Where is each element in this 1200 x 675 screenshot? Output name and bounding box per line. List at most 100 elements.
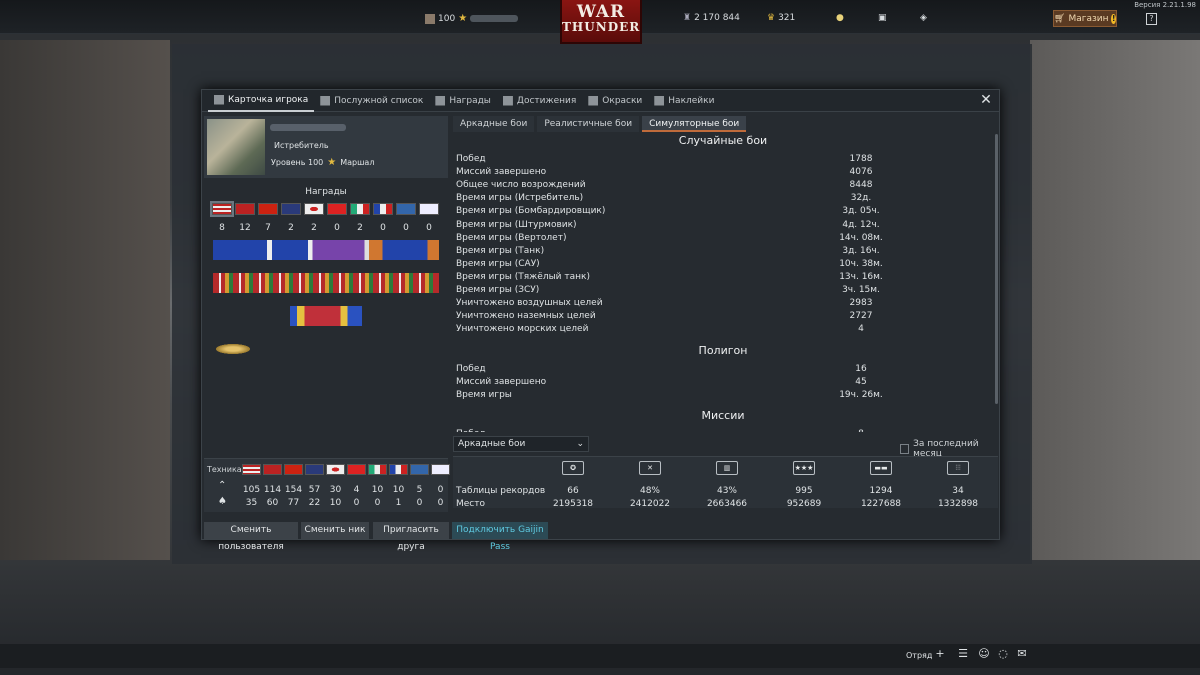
ribbon-row-2[interactable] <box>213 273 439 293</box>
tab-service-record[interactable]: Послужной список <box>314 90 429 112</box>
warning-icon: ! <box>1111 13 1116 24</box>
profile-card: Истребитель Уровень 100 ★ Маршал <box>204 116 448 178</box>
sweden-flag-icon[interactable] <box>396 203 416 215</box>
stat-value: 1788 <box>849 154 873 164</box>
help-button[interactable]: ? <box>1146 13 1157 25</box>
stat-row: Уничтожено морских целей 4 <box>456 324 896 337</box>
ussr-flag-icon[interactable] <box>258 203 278 215</box>
sweden-flag-icon <box>410 464 429 475</box>
stat-label: Побед <box>456 429 486 432</box>
stat-value: 16 <box>855 364 867 374</box>
stat-row: Время игры 19ч. 26м. <box>456 390 896 403</box>
player-level-display[interactable]: 100 ★ <box>425 13 519 24</box>
mode-dropdown[interactable]: Аркадные бои ⌄ <box>453 436 589 452</box>
game-mode-tabs: Аркадные бои Реалистичные бои Симуляторн… <box>453 116 747 132</box>
stat-value: 3ч. 15м. <box>842 285 880 295</box>
checkbox-box <box>900 444 910 454</box>
rank-star-icon: ★ <box>327 157 337 168</box>
stat-value: 4 <box>858 324 864 335</box>
stat-value: 8 <box>816 429 906 432</box>
uk-flag-icon[interactable] <box>281 203 301 215</box>
place-value: 1332898 <box>937 499 979 509</box>
hint-button[interactable]: ● <box>836 13 844 23</box>
stat-row: Время игры (САУ) 10ч. 38м. <box>456 259 896 272</box>
place-value: 952689 <box>786 499 822 509</box>
change-nick-button[interactable]: Сменить ник <box>301 522 369 539</box>
pilot-wings-badge[interactable] <box>216 344 250 354</box>
stat-row: Побед 16 <box>456 364 896 377</box>
golden-eagles-value: 321 <box>778 13 796 23</box>
achievements-icon <box>502 95 513 106</box>
golden-eagles-display[interactable]: ♛ 321 <box>767 13 795 23</box>
invite-friend-button[interactable]: Пригласить друга <box>373 522 449 552</box>
tab-player-card[interactable]: Карточка игрока <box>208 90 315 112</box>
stats-scrollbar[interactable] <box>995 134 998 404</box>
chevron-up-icon: ⌃ <box>218 480 227 491</box>
trophy-button[interactable]: ▣ <box>878 13 887 23</box>
tab-awards[interactable]: Награды <box>429 90 497 112</box>
ribbon-row-3[interactable] <box>290 306 362 326</box>
chat-icon[interactable]: ◌ <box>997 648 1009 660</box>
place-value: 1227688 <box>860 499 902 509</box>
stat-label: Время игры (Штурмовик) <box>456 219 577 230</box>
stat-row: Уничтожено наземных целей 2727 <box>456 311 896 324</box>
random-battles-title: Случайные бои <box>678 134 768 147</box>
tab-decals[interactable]: Наклейки <box>648 90 720 112</box>
japan-flag-icon[interactable] <box>304 203 324 215</box>
change-user-button[interactable]: Сменить пользователя <box>204 522 298 552</box>
background-right <box>1030 40 1200 560</box>
japan-flag-icon <box>326 464 345 475</box>
france-flag-icon[interactable] <box>373 203 393 215</box>
player-title[interactable]: Истребитель <box>274 141 329 150</box>
stat-row: Время игры (Вертолет) 14ч. 08м. <box>456 233 896 246</box>
stat-label: Время игры (Истребитель) <box>456 193 584 204</box>
records-value: 66 <box>567 486 579 496</box>
shop-button[interactable]: 🛒︎ Магазин ! <box>1053 10 1117 27</box>
tanks-icon: ▬▬ <box>870 461 892 475</box>
tab-arcade[interactable]: Аркадные бои <box>453 116 535 132</box>
gaijin-pass-button[interactable]: Подключить Gaijin Pass <box>452 522 548 552</box>
awards-title: Награды <box>305 187 347 197</box>
squad-label[interactable]: Отряд <box>906 651 932 660</box>
tab-skins[interactable]: Окраски <box>582 90 648 112</box>
contacts-icon[interactable]: ☺ <box>978 648 990 660</box>
avatar[interactable] <box>207 119 265 175</box>
stat-label: Уничтожено наземных целей <box>456 311 596 322</box>
vehicle-count: 0 <box>437 498 444 508</box>
player-card-icon <box>214 94 224 105</box>
stat-value: 2983 <box>849 298 873 309</box>
ussr-flag-icon <box>284 464 303 475</box>
player-profile-modal: Карточка игрока Послужной список Награды… <box>201 89 1000 552</box>
stat-row: Время игры (Бомбардировщик) 3д. 05ч. <box>456 206 896 219</box>
stat-value: 10ч. 38м. <box>839 258 883 269</box>
award-count: 12 <box>239 223 251 233</box>
plus-icon[interactable]: + <box>934 648 946 660</box>
tab-realistic[interactable]: Реалистичные бои <box>537 116 640 132</box>
rank-star-icon: ★ <box>458 13 468 24</box>
mail-icon[interactable]: ✉ <box>1016 648 1028 660</box>
records-label: Таблицы рекордов <box>456 486 546 496</box>
tab-simulator[interactable]: Симуляторные бои <box>642 116 747 132</box>
list-icon[interactable]: ☰ <box>957 648 969 660</box>
israel-flag-icon <box>431 464 450 475</box>
vehicle-count: 0 <box>416 498 423 508</box>
award-count: 2 <box>288 223 294 233</box>
tab-label: Карточка игрока <box>228 94 309 105</box>
close-button[interactable]: ✕ <box>979 93 993 108</box>
israel-flag-icon[interactable] <box>419 203 439 215</box>
silver-lions-display[interactable]: ♜ 2 170 844 <box>683 13 740 23</box>
china-flag-icon[interactable] <box>327 203 347 215</box>
tab-achievements[interactable]: Достижения <box>497 90 582 112</box>
norway-flag-icon[interactable] <box>235 203 255 215</box>
stat-label: Миссий завершено <box>456 167 547 178</box>
logo-line2: THUNDER <box>562 20 641 34</box>
usa-flag-icon[interactable] <box>210 201 234 217</box>
italy-flag-icon[interactable] <box>350 203 370 215</box>
coupons-button[interactable]: ◈ <box>920 13 927 23</box>
vehicle-count: 154 <box>284 485 303 495</box>
ribbon-row-1[interactable] <box>213 240 439 260</box>
stat-value: 4д. 12ч. <box>842 219 880 230</box>
missions-title: Миссии <box>701 409 745 422</box>
vehicles-row-up: 105 114 154 57 30 4 10 10 5 0 <box>242 485 450 495</box>
stats-panel: Случайные бои Побед 1788 Миссий завершено 4… <box>453 132 993 432</box>
